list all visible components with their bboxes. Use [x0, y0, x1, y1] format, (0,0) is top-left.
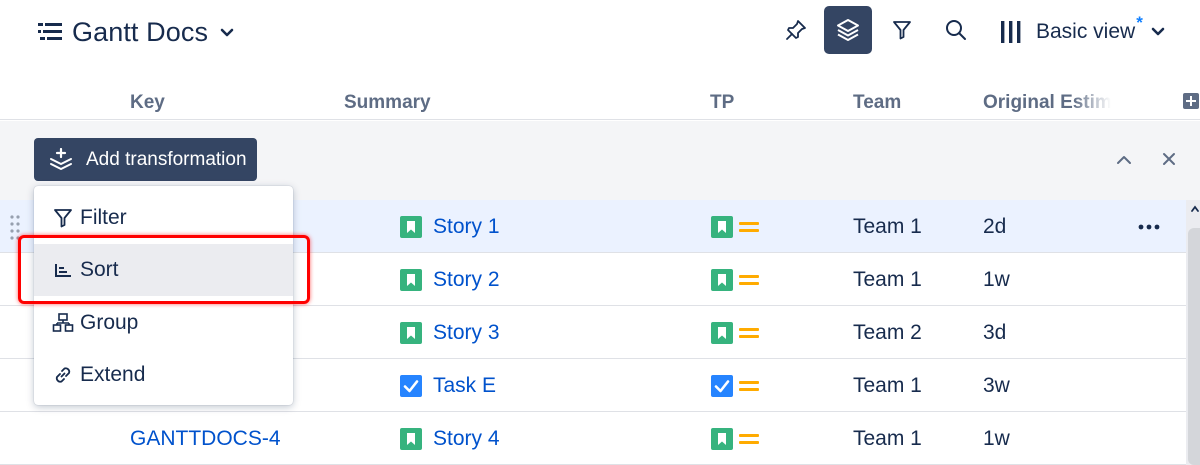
issue-summary[interactable]: Task E — [400, 359, 496, 412]
tp-cell — [711, 412, 759, 465]
column-header-original-estimate[interactable]: Original Estim — [983, 92, 1111, 114]
layers-icon — [837, 19, 859, 41]
menu-item-extend[interactable]: Extend — [34, 349, 293, 401]
chevron-down-icon — [220, 28, 234, 37]
search-icon — [946, 20, 966, 40]
more-actions-button[interactable] — [1136, 200, 1162, 253]
add-transformation-button[interactable]: Add transformation — [34, 138, 257, 181]
priority-medium-icon — [739, 274, 759, 285]
story-icon — [711, 321, 733, 344]
more-horizontal-icon — [1138, 224, 1160, 229]
close-icon[interactable] — [1160, 150, 1178, 168]
column-header-team[interactable]: Team — [853, 92, 901, 114]
add-column-button[interactable] — [1183, 93, 1199, 109]
transformations-button[interactable] — [824, 6, 872, 54]
team-cell: Team 1 — [853, 214, 922, 238]
issue-summary-text: Story 3 — [433, 320, 500, 344]
story-icon — [711, 215, 733, 238]
story-icon — [400, 268, 422, 291]
column-header-tp[interactable]: TP — [710, 92, 734, 114]
add-transformation-label: Add transformation — [86, 148, 247, 170]
estimate-cell: 1w — [983, 426, 1010, 450]
story-icon — [711, 268, 733, 291]
task-icon — [711, 374, 733, 397]
issue-summary-text: Story 1 — [433, 214, 500, 238]
story-icon — [400, 215, 422, 238]
top-bar: Gantt Docs Basic view * — [0, 0, 1200, 68]
search-button[interactable] — [932, 6, 980, 54]
menu-item-label: Extend — [80, 363, 146, 386]
estimate-cell: 3d — [983, 320, 1007, 344]
team-cell: Team 1 — [853, 373, 922, 397]
filter-icon — [893, 21, 911, 40]
chevron-down-icon — [1151, 27, 1165, 36]
collapse-chevron-up-icon[interactable] — [1114, 150, 1134, 170]
issue-summary-text: Task E — [433, 373, 497, 397]
estimate-cell: 3w — [983, 373, 1010, 397]
table-row[interactable]: GANTTDOCS-4 Story 4 Team 1 1w — [0, 412, 1186, 465]
story-icon — [400, 427, 422, 450]
tp-cell — [711, 359, 759, 412]
issue-summary[interactable]: Story 3 — [400, 306, 500, 359]
issue-key[interactable]: GANTTDOCS-4 — [130, 412, 281, 465]
menu-item-label: Sort — [80, 258, 119, 281]
group-icon — [52, 313, 74, 332]
menu-item-label: Group — [80, 311, 139, 334]
priority-medium-icon — [739, 380, 759, 391]
tp-cell — [711, 200, 759, 253]
view-modified-marker: * — [1136, 13, 1143, 32]
filter-button[interactable] — [878, 6, 926, 54]
column-header-summary[interactable]: Summary — [344, 92, 431, 114]
filter-icon — [54, 209, 72, 228]
columns-icon — [1001, 21, 1021, 43]
issue-summary[interactable]: Story 4 — [400, 412, 500, 465]
pin-icon — [786, 20, 806, 40]
scrollbar-thumb[interactable] — [1188, 228, 1200, 465]
column-header-row: Key Summary TP Team Original Estim — [0, 84, 1200, 120]
column-header-key[interactable]: Key — [130, 92, 165, 114]
scroll-up-arrow-icon[interactable] — [1190, 204, 1200, 214]
team-cell: Team 2 — [853, 320, 922, 344]
estimate-cell: 2d — [983, 214, 1007, 238]
tp-cell — [711, 306, 759, 359]
app-title-dropdown[interactable]: Gantt Docs — [38, 14, 234, 50]
add-layer-icon — [50, 147, 72, 170]
priority-medium-icon — [739, 433, 759, 444]
priority-medium-icon — [739, 327, 759, 338]
priority-medium-icon — [739, 221, 759, 232]
team-cell: Team 1 — [853, 267, 922, 291]
estimate-cell: 1w — [983, 267, 1010, 291]
sort-icon — [55, 264, 71, 277]
link-icon — [55, 367, 71, 383]
view-selector[interactable]: Basic view * — [1000, 13, 1165, 50]
tp-cell — [711, 253, 759, 306]
drag-handle-icon[interactable] — [9, 212, 21, 244]
issue-summary-text: Story 4 — [433, 426, 500, 450]
menu-item-group[interactable]: Group — [34, 297, 293, 349]
add-transformation-menu: Filter Sort Group Extend — [34, 186, 293, 405]
story-icon — [400, 321, 422, 344]
list-lines-icon — [38, 23, 62, 40]
team-cell: Team 1 — [853, 426, 922, 450]
menu-item-label: Filter — [80, 206, 127, 229]
story-icon — [711, 427, 733, 450]
app-title: Gantt Docs — [72, 16, 209, 47]
pin-button[interactable] — [772, 6, 820, 54]
issue-summary-text: Story 2 — [433, 267, 500, 291]
menu-item-sort[interactable]: Sort — [34, 244, 293, 296]
issue-summary[interactable]: Story 2 — [400, 253, 500, 306]
view-name: Basic view — [1036, 20, 1136, 43]
menu-item-filter[interactable]: Filter — [34, 192, 293, 244]
task-icon — [400, 374, 422, 397]
issue-summary[interactable]: Story 1 — [400, 200, 500, 253]
